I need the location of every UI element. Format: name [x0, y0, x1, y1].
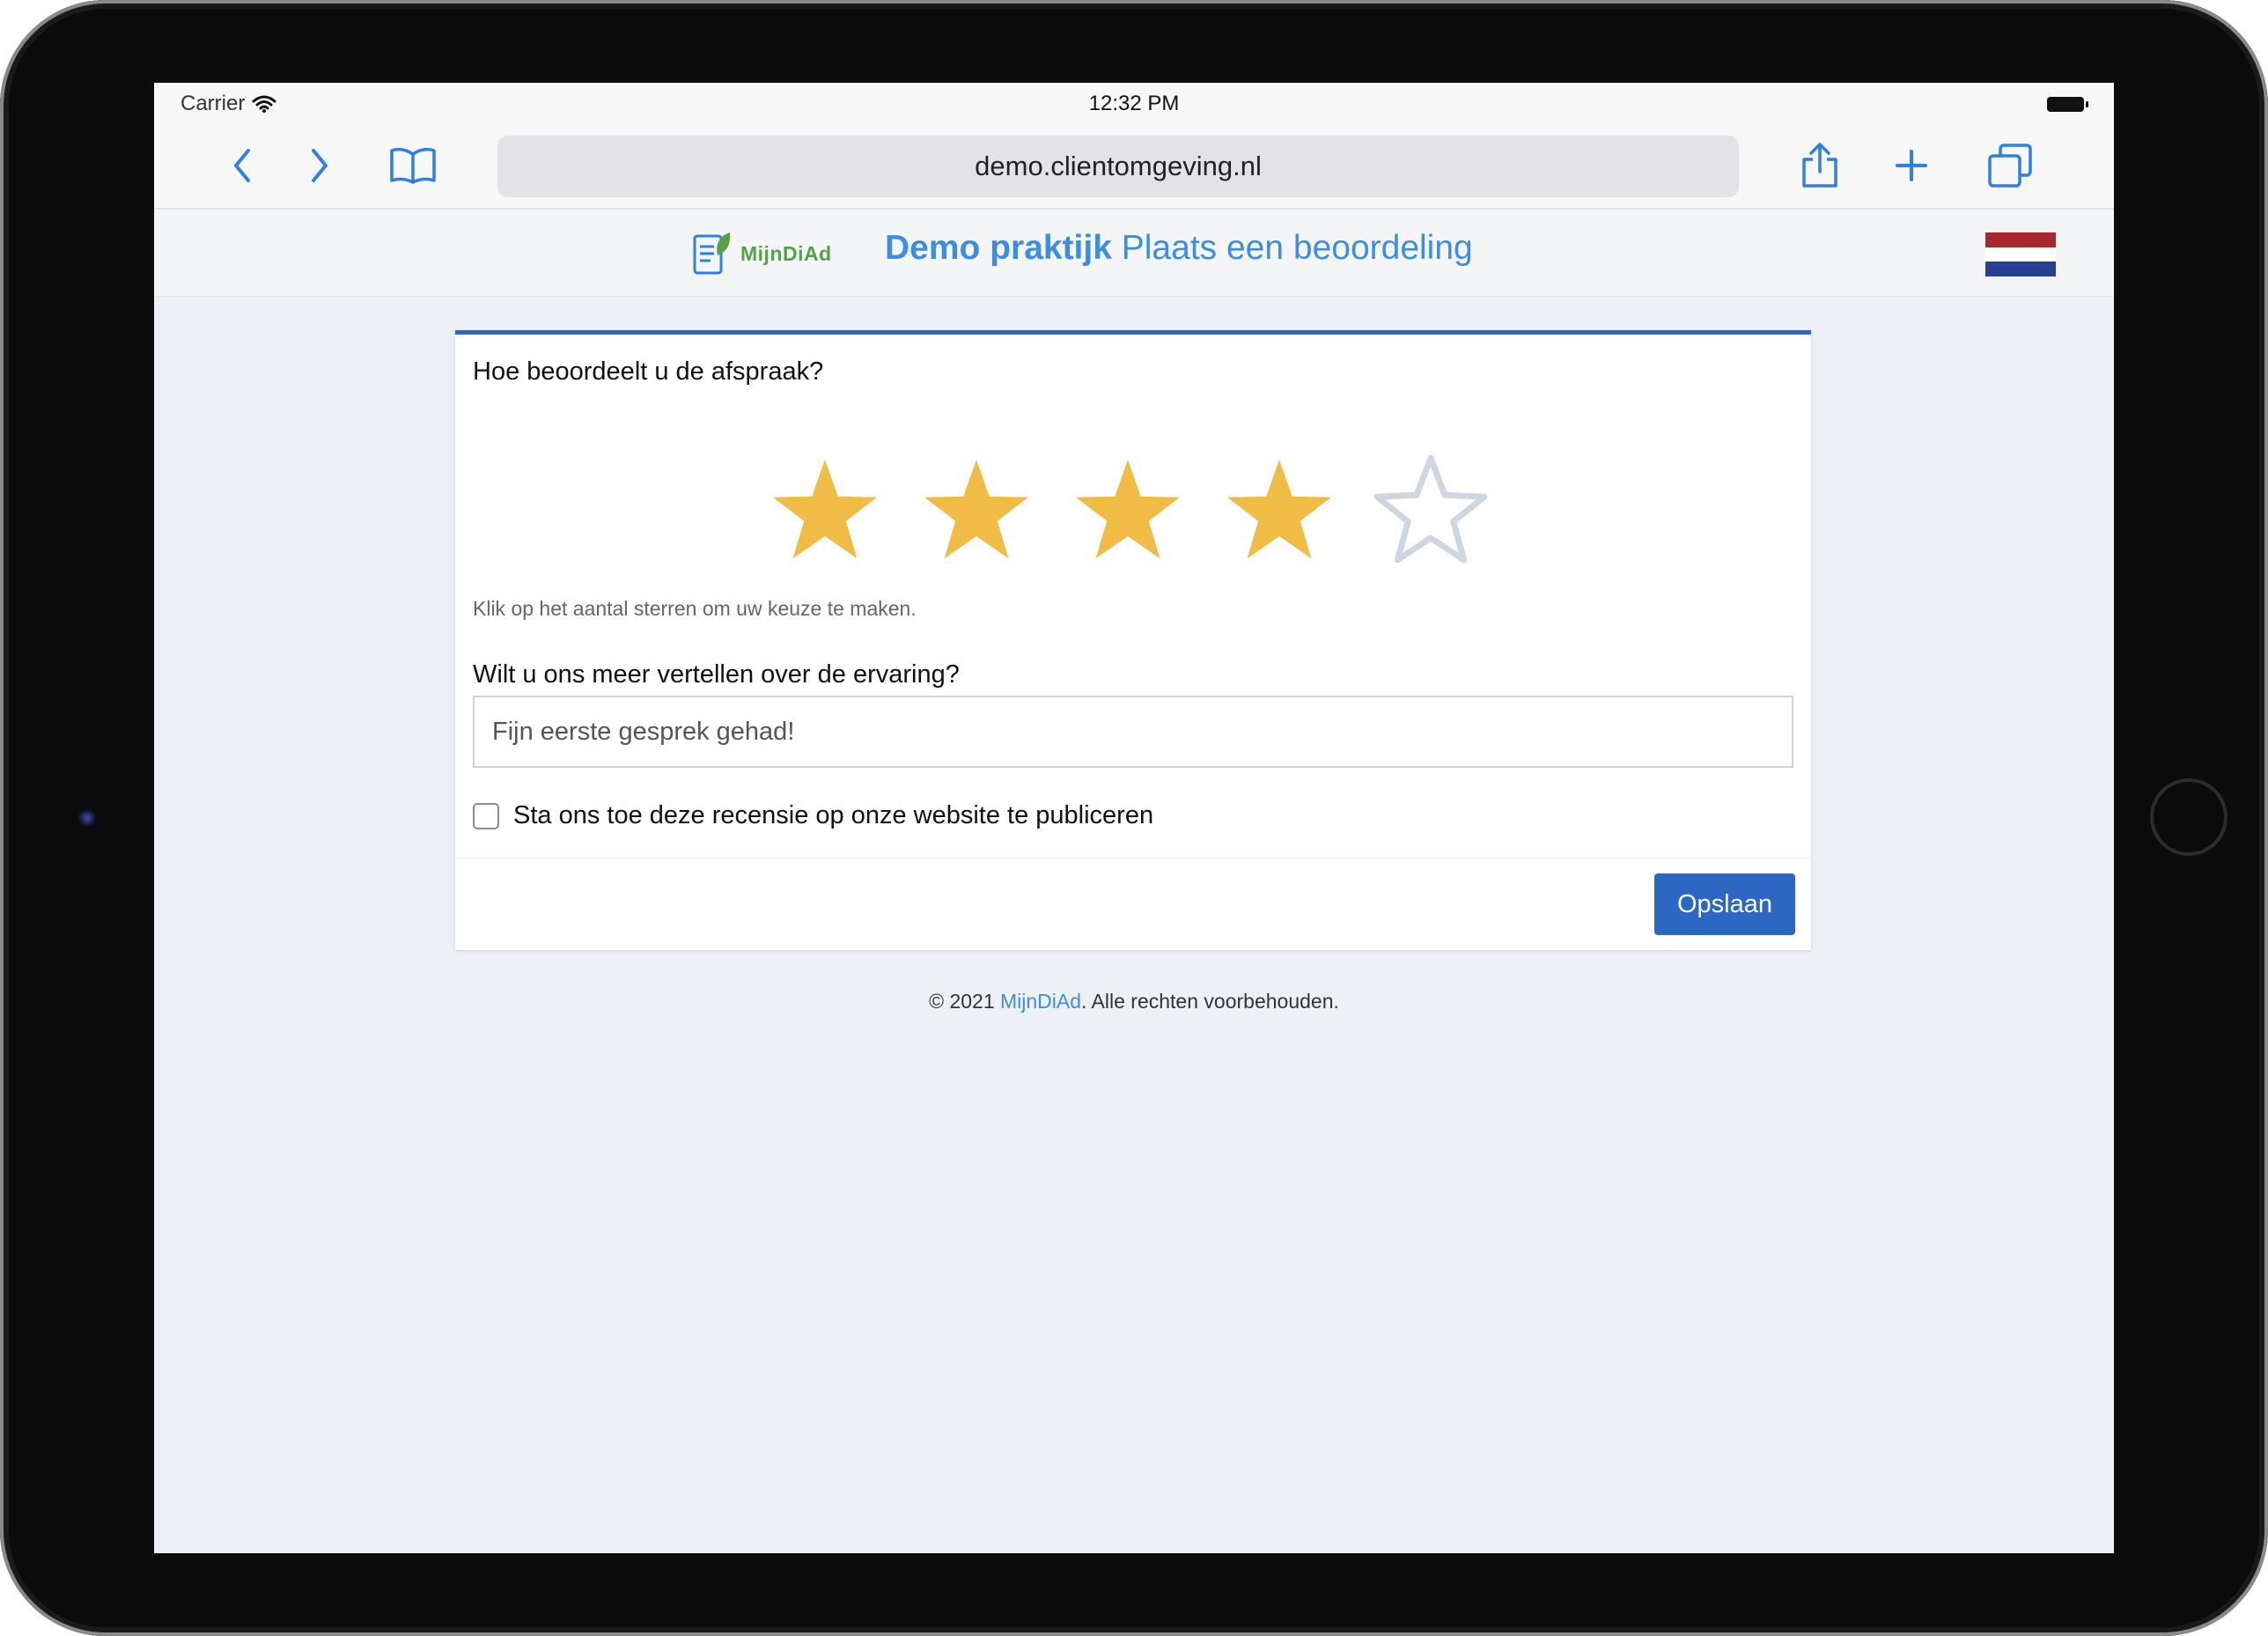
url-text: demo.clientomgeving.nl — [975, 151, 1262, 181]
save-button-label: Opslaan — [1676, 889, 1772, 918]
document-leaf-icon — [693, 232, 731, 275]
back-button[interactable] — [217, 141, 267, 190]
tabs-icon — [1988, 144, 2032, 188]
bookmarks-button[interactable] — [388, 141, 438, 190]
app-header: MijnDiAd Demo praktijk Plaats een beoord… — [154, 210, 2114, 297]
experience-input[interactable]: Fijn eerste gesprek gehad! — [473, 696, 1793, 768]
star-empty-icon[interactable] — [1369, 449, 1492, 572]
page-subtitle: Plaats een beoordeling — [1111, 229, 1473, 267]
rating-hint: Klik op het aantal sterren om uw keuze t… — [473, 597, 917, 620]
card-divider — [455, 858, 1811, 859]
publish-consent[interactable]: Sta ons toe deze recensie op onze websit… — [473, 801, 1153, 830]
save-button[interactable]: Opslaan — [1654, 873, 1795, 935]
star-filled-icon[interactable] — [1066, 449, 1189, 572]
home-button[interactable] — [2150, 778, 2228, 856]
new-tab-icon — [1896, 150, 1927, 181]
tablet-frame: Carrier 12:32 PM demo.clientomgeving.nl … — [0, 0, 2268, 1636]
clock: 12:32 PM — [1088, 92, 1180, 115]
share-icon — [1802, 143, 1837, 188]
back-icon — [234, 149, 250, 182]
star-filled-icon[interactable] — [1218, 449, 1341, 572]
battery-icon — [2047, 97, 2088, 112]
forward-button[interactable] — [295, 141, 344, 190]
new-tab-button[interactable] — [1887, 141, 1936, 190]
status-bar: Carrier 12:32 PM — [154, 83, 2114, 123]
browser-toolbar: demo.clientomgeving.nl — [154, 123, 2114, 210]
tabs-button[interactable] — [1985, 141, 2035, 190]
brand-logo[interactable]: MijnDiAd — [691, 229, 832, 278]
star-filled-icon[interactable] — [763, 449, 887, 572]
forward-icon — [312, 149, 328, 182]
publish-checkbox[interactable] — [473, 802, 499, 829]
page-title: Demo praktijk Plaats een beoordeling — [885, 229, 1473, 268]
review-form-card: Hoe beoordeelt u de afspraak? Klik op he… — [455, 330, 1811, 950]
share-button[interactable] — [1795, 141, 1845, 190]
camera — [77, 808, 97, 828]
logo-text: MijnDiAd — [740, 241, 832, 265]
rating-question: Hoe beoordeelt u de afspraak? — [473, 357, 824, 386]
copyright-suffix: . Alle rechten voorbehouden. — [1081, 990, 1339, 1013]
publish-label[interactable]: Sta ons toe deze recensie op onze websit… — [513, 801, 1153, 830]
experience-input-value: Fijn eerste gesprek gehad! — [492, 717, 795, 746]
experience-question: Wilt u ons meer vertellen over de ervari… — [473, 660, 960, 689]
copyright-prefix: © 2021 — [929, 990, 1001, 1013]
bookmarks-icon — [390, 147, 436, 184]
practice-name: Demo praktijk — [885, 229, 1112, 267]
page-footer: © 2021 MijnDiAd. Alle rechten voorbehoud… — [154, 990, 2114, 1013]
screen: Carrier 12:32 PM demo.clientomgeving.nl … — [154, 83, 2114, 1553]
address-bar[interactable]: demo.clientomgeving.nl — [497, 136, 1739, 197]
star-filled-icon[interactable] — [915, 449, 1038, 572]
nl-flag-icon[interactable] — [1985, 232, 2056, 276]
brand-link[interactable]: MijnDiAd — [1000, 990, 1081, 1013]
